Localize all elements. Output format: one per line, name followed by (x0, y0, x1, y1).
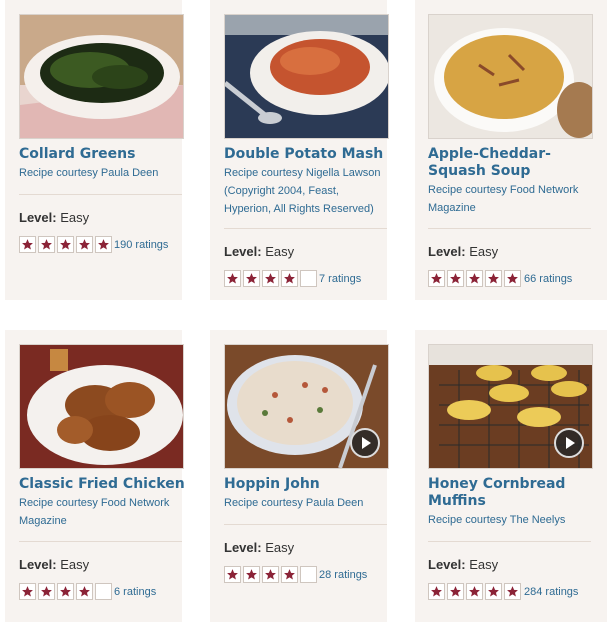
star-icon (57, 583, 74, 600)
level-text: Level: Easy (428, 557, 498, 572)
recipe-card: Collard Greens Recipe courtesy Paula Dee… (5, 0, 184, 300)
ratings-link[interactable]: 190 ratings (114, 239, 168, 251)
star-icon (300, 566, 317, 583)
recipe-courtesy[interactable]: Recipe courtesy The Neelys (428, 511, 598, 529)
star-icon (95, 236, 112, 253)
recipe-courtesy[interactable]: Recipe courtesy Paula Deen (224, 494, 394, 512)
level-text: Level: Easy (19, 557, 89, 572)
star-icon (504, 270, 521, 287)
level-value: Easy (265, 540, 295, 555)
star-icon (224, 566, 241, 583)
ratings-link[interactable]: 284 ratings (524, 586, 578, 598)
recipe-title[interactable]: Collard Greens (19, 146, 194, 163)
star-rating[interactable] (428, 270, 521, 287)
level-label: Level: (428, 244, 466, 259)
recipe-title[interactable]: Hoppin John (224, 476, 399, 493)
play-video-icon[interactable] (350, 428, 380, 458)
potato-mash-photo[interactable] (224, 14, 389, 139)
level-value: Easy (60, 557, 90, 572)
level-label: Level: (224, 244, 262, 259)
star-icon (281, 566, 298, 583)
recipe-courtesy[interactable]: Recipe courtesy Nigella Lawson (Copyrigh… (224, 164, 386, 218)
level-value: Easy (469, 557, 499, 572)
level-text: Level: Easy (19, 210, 89, 225)
star-rating[interactable] (19, 583, 112, 600)
recipe-card: Hoppin John Recipe courtesy Paula Deen L… (210, 330, 389, 622)
level-value: Easy (60, 210, 90, 225)
divider (428, 228, 591, 229)
recipe-card: Honey Cornbread Muffins Recipe courtesy … (415, 330, 607, 622)
star-icon (76, 583, 93, 600)
star-icon (504, 583, 521, 600)
star-icon (262, 270, 279, 287)
star-icon (243, 566, 260, 583)
star-icon (466, 270, 483, 287)
hoppin-john-photo[interactable] (224, 344, 389, 469)
star-icon (447, 583, 464, 600)
level-label: Level: (19, 557, 57, 572)
level-label: Level: (428, 557, 466, 572)
level-text: Level: Easy (224, 244, 294, 259)
star-icon (19, 583, 36, 600)
recipe-title[interactable]: Honey Cornbread Muffins (428, 476, 598, 510)
star-icon (447, 270, 464, 287)
divider (224, 228, 387, 229)
star-icon (485, 583, 502, 600)
level-value: Easy (265, 244, 295, 259)
recipe-courtesy[interactable]: Recipe courtesy Paula Deen (19, 164, 189, 182)
level-label: Level: (19, 210, 57, 225)
divider (19, 194, 182, 195)
ratings-link[interactable]: 28 ratings (319, 569, 367, 581)
recipe-courtesy[interactable]: Recipe courtesy Food Network Magazine (19, 494, 184, 530)
star-icon (95, 583, 112, 600)
star-icon (38, 583, 55, 600)
divider (224, 524, 387, 525)
play-video-icon[interactable] (554, 428, 584, 458)
squash-soup-photo[interactable] (428, 14, 593, 139)
star-icon (466, 583, 483, 600)
star-icon (38, 236, 55, 253)
fried-chicken-photo[interactable] (19, 344, 184, 469)
star-rating[interactable] (224, 566, 317, 583)
divider (19, 541, 182, 542)
recipe-title[interactable]: Double Potato Mash (224, 146, 399, 163)
star-icon (485, 270, 502, 287)
star-icon (428, 583, 445, 600)
star-icon (262, 566, 279, 583)
star-icon (76, 236, 93, 253)
recipe-title[interactable]: Apple-Cheddar-Squash Soup (428, 146, 598, 180)
star-icon (243, 270, 260, 287)
recipe-title[interactable]: Classic Fried Chicken (19, 476, 194, 493)
star-rating[interactable] (19, 236, 112, 253)
collard-greens-photo[interactable] (19, 14, 184, 139)
ratings-link[interactable]: 66 ratings (524, 273, 572, 285)
star-icon (428, 270, 445, 287)
level-text: Level: Easy (428, 244, 498, 259)
star-icon (300, 270, 317, 287)
star-icon (57, 236, 74, 253)
level-value: Easy (469, 244, 499, 259)
recipe-card: Apple-Cheddar-Squash Soup Recipe courtes… (415, 0, 607, 300)
level-label: Level: (224, 540, 262, 555)
ratings-link[interactable]: 6 ratings (114, 586, 156, 598)
ratings-link[interactable]: 7 ratings (319, 273, 361, 285)
star-icon (224, 270, 241, 287)
recipe-courtesy[interactable]: Recipe courtesy Food Network Magazine (428, 181, 592, 217)
recipe-card: Classic Fried Chicken Recipe courtesy Fo… (5, 330, 185, 622)
star-icon (281, 270, 298, 287)
divider (428, 541, 591, 542)
star-rating[interactable] (224, 270, 317, 287)
level-text: Level: Easy (224, 540, 294, 555)
cornbread-muffins-photo[interactable] (428, 344, 593, 469)
star-icon (19, 236, 36, 253)
recipe-card: Double Potato Mash Recipe courtesy Nigel… (210, 0, 389, 300)
star-rating[interactable] (428, 583, 521, 600)
